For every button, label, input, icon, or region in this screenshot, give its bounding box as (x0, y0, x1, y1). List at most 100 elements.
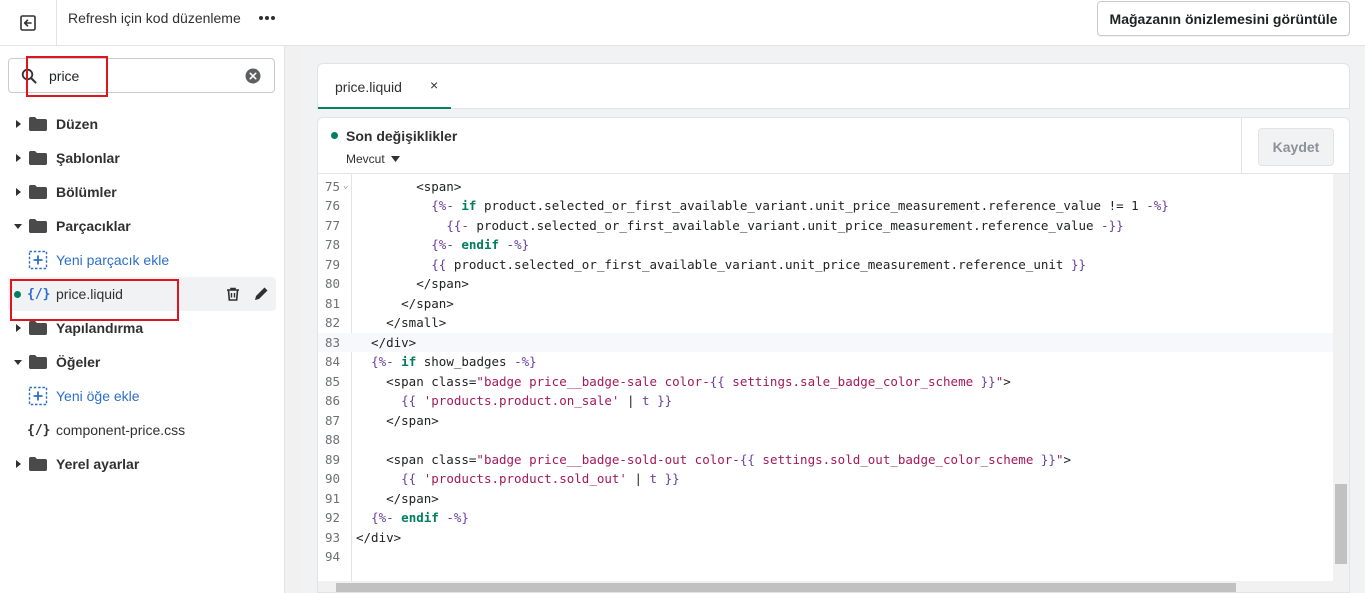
caret-down-icon (14, 224, 22, 229)
tab-price-liquid[interactable]: price.liquid × (318, 64, 451, 109)
horizontal-scrollbar[interactable] (318, 581, 1333, 592)
code-text: </span> (356, 490, 439, 506)
version-label: Mevcut (346, 152, 385, 166)
line-number: 76 (324, 198, 340, 213)
clear-search-icon[interactable] (245, 68, 261, 84)
code-line[interactable]: 91 </span> (318, 489, 1333, 509)
folder-düzen[interactable]: Düzen (0, 107, 276, 141)
folder-label: Yerel ayarlar (56, 456, 140, 472)
add-file-icon (28, 386, 48, 406)
code-line[interactable]: 83 </div> (318, 332, 1333, 352)
code-line[interactable]: 89 <span class="badge price__badge-sold-… (318, 450, 1333, 470)
caret-right-icon (16, 324, 21, 332)
code-text: {%- endif -%} (431, 237, 530, 252)
code-text: <span class="badge price__badge-sold-out… (356, 451, 1071, 467)
code-text: <span> (356, 178, 462, 194)
code-text: {{ 'products.product.sold_out' | t }} (401, 471, 680, 486)
file-label: component-price.css (56, 422, 186, 438)
version-select[interactable]: Mevcut (346, 152, 400, 166)
preview-store-button[interactable]: Mağazanın önizlemesini görüntüle (1097, 1, 1350, 36)
folder-icon (29, 457, 47, 471)
code-line[interactable]: 88 (318, 430, 1333, 450)
line-number: 77 (324, 217, 340, 233)
delete-icon[interactable] (225, 286, 241, 302)
code-line[interactable]: 82 </small> (318, 313, 1333, 333)
code-line[interactable]: 75 ⌄ <span> (318, 177, 1333, 197)
line-number: 83 (324, 334, 340, 350)
chevron-down-icon (390, 156, 400, 162)
code-file-icon: {/} (27, 286, 51, 302)
save-button[interactable]: Kaydet (1258, 128, 1334, 166)
line-number: 85 (324, 373, 340, 389)
folder-label: Parçacıklar (56, 218, 131, 234)
line-number: 81 (324, 295, 340, 311)
line-number: 87 (324, 412, 340, 428)
code-text: <span class="badge price__badge-sale col… (356, 373, 1011, 389)
code-line[interactable]: 77 {{- product.selected_or_first_availab… (318, 216, 1333, 236)
add-file-link[interactable]: Yeni öğe ekle (0, 379, 276, 413)
line-number: 86 (324, 393, 340, 408)
code-text: </small> (356, 315, 447, 330)
more-horizontal-icon (259, 16, 275, 20)
vertical-scrollbar[interactable] (1333, 174, 1349, 592)
code-text: {{ 'products.product.on_sale' | t }} (401, 393, 673, 408)
add-file-icon (28, 250, 48, 270)
code-line[interactable]: 81 </span> (318, 294, 1333, 314)
folder-bölümler[interactable]: Bölümler (0, 175, 276, 209)
sidebar-scrollbar[interactable] (284, 46, 300, 593)
folder-label: Şablonlar (56, 150, 120, 166)
code-text: {%- if product.selected_or_first_availab… (431, 198, 1169, 213)
vertical-scroll-thumb[interactable] (1335, 484, 1347, 564)
folder-yapılandırma[interactable]: Yapılandırma (0, 311, 276, 345)
code-line[interactable]: 86 {{ 'products.product.on_sale' | t }} (318, 391, 1333, 411)
line-number: 89 (324, 451, 340, 467)
folder-icon (29, 219, 47, 233)
top-bar: Refresh için kod düzenleme Mağazanın öni… (0, 0, 1365, 46)
folder-şablonlar[interactable]: Şablonlar (0, 141, 276, 175)
line-number: 84 (324, 354, 340, 369)
search-icon (21, 68, 37, 84)
folder-icon (29, 321, 47, 335)
folder-icon (29, 151, 47, 165)
code-text: </span> (356, 276, 469, 291)
more-actions-button[interactable] (256, 8, 278, 28)
tab-close-icon[interactable]: × (430, 77, 438, 93)
code-line[interactable]: 76 {%- if product.selected_or_first_avai… (318, 196, 1333, 216)
code-text: </span> (356, 295, 454, 311)
file-item[interactable]: {/} component-price.css (0, 413, 276, 447)
line-number: 75 (324, 178, 340, 194)
caret-right-icon (16, 120, 21, 128)
rename-icon[interactable] (253, 286, 269, 302)
code-editor[interactable]: 74 <span class="visually-hidden">&nbsp;{… (318, 159, 1333, 581)
code-line[interactable]: 92 {%- endif -%} (318, 508, 1333, 528)
code-line[interactable]: 80 </span> (318, 274, 1333, 294)
code-line[interactable]: 84 {%- if show_badges -%} (318, 352, 1333, 372)
status-dot (331, 132, 338, 139)
file-item[interactable]: {/} price.liquid (8, 277, 276, 311)
search-input[interactable] (49, 66, 239, 86)
fold-chevron-icon[interactable]: ⌄ (343, 177, 348, 197)
caret-right-icon (16, 188, 21, 196)
code-line[interactable]: 87 </span> (318, 411, 1333, 431)
code-text: {%- if show_badges -%} (371, 354, 537, 369)
tab-label: price.liquid (335, 79, 402, 95)
folder-label: Yapılandırma (56, 320, 144, 336)
code-text: </div> (356, 334, 417, 350)
code-line[interactable]: 85 <span class="badge price__badge-sale … (318, 372, 1333, 392)
folder-parçacıklar[interactable]: Parçacıklar (0, 209, 276, 243)
folder-icon (29, 117, 47, 131)
search-box[interactable] (8, 58, 275, 93)
editor-panel: Son değişiklikler Mevcut Kaydet 74 <span… (317, 117, 1350, 593)
folder-yerel-ayarlar[interactable]: Yerel ayarlar (0, 447, 276, 481)
code-line[interactable]: 78 {%- endif -%} (318, 235, 1333, 255)
editor-title: Refresh için kod düzenleme (68, 10, 241, 26)
folder-öğeler[interactable]: Öğeler (0, 345, 276, 379)
horizontal-scroll-thumb[interactable] (336, 583, 1236, 592)
code-line[interactable]: 90 {{ 'products.product.sold_out' | t }} (318, 469, 1333, 489)
line-number: 79 (324, 256, 340, 272)
add-file-link[interactable]: Yeni parçacık ekle (0, 243, 276, 277)
exit-button[interactable] (0, 0, 57, 46)
code-line[interactable]: 79 {{ product.selected_or_first_availabl… (318, 255, 1333, 275)
code-line[interactable]: 93 </div> (318, 528, 1333, 548)
code-line[interactable]: 94 (318, 547, 1333, 567)
